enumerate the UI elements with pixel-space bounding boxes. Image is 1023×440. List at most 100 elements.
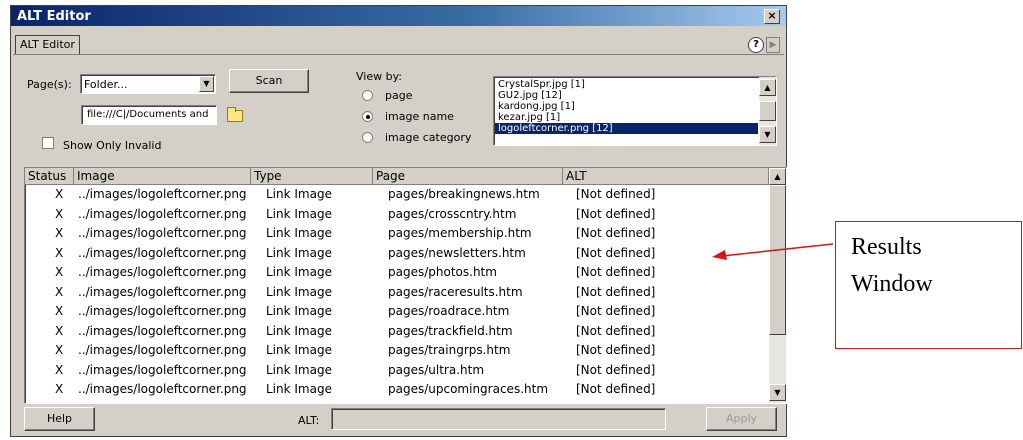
alt-text-field[interactable]: [331, 408, 666, 430]
row-image: ../images/logoleftcorner.png: [78, 362, 247, 377]
help-icon[interactable]: ?: [748, 37, 764, 53]
pages-select[interactable]: Folder... ▼: [80, 74, 216, 94]
show-only-invalid-label: Show Only Invalid: [63, 139, 162, 152]
row-image: ../images/logoleftcorner.png: [78, 187, 247, 201]
row-image: ../images/logoleftcorner.png: [78, 304, 247, 318]
row-image: ../images/logoleftcorner.png: [78, 226, 247, 240]
table-row[interactable]: X ../images/logoleftcorner.png Link Image p…: [25, 283, 769, 303]
row-alt: [Not defined]: [576, 187, 656, 201]
row-status: X: [55, 265, 64, 279]
folder-icon[interactable]: [227, 107, 243, 122]
results-rows: X ../images/logoleftcorner.png Link Image p…: [25, 185, 769, 400]
view-by-image-name-radio[interactable]: [362, 111, 373, 122]
pages-label: Page(s):: [27, 78, 72, 91]
row-page: pages/ultra.htm: [388, 362, 485, 377]
column-header-type[interactable]: Type: [251, 168, 373, 185]
table-row[interactable]: X ../images/logoleftcorner.png Link Image p…: [25, 341, 769, 361]
row-status: X: [55, 226, 64, 240]
tab-row: ALT Editor ? ▶: [13, 34, 784, 55]
row-page: pages/upcomingraces.htm: [388, 382, 549, 396]
view-by-page-label: page: [385, 89, 413, 102]
row-type: Link Image: [266, 304, 332, 318]
results-table: Status Image Type Page ALT X ../images/lo…: [24, 167, 787, 404]
row-status: X: [55, 245, 64, 260]
row-page: pages/trackfield.htm: [388, 323, 513, 338]
list-item-selected[interactable]: logoleftcorner.png [12]: [495, 123, 758, 134]
row-page: pages/raceresults.htm: [388, 284, 523, 299]
table-row[interactable]: X ../images/logoleftcorner.png Link Image p…: [25, 185, 769, 205]
table-row[interactable]: X ../images/logoleftcorner.png Link Image p…: [25, 302, 769, 322]
row-alt: [Not defined]: [576, 323, 656, 338]
row-status: X: [55, 323, 64, 338]
row-type: Link Image: [266, 284, 332, 299]
panel-menu-icon[interactable]: ▶: [766, 37, 780, 53]
scroll-thumb[interactable]: [759, 101, 776, 121]
table-row[interactable]: X ../images/logoleftcorner.png Link Image p…: [25, 361, 769, 381]
table-row[interactable]: X ../images/logoleftcorner.png Link Image p…: [25, 205, 769, 225]
row-image: ../images/logoleftcorner.png: [78, 323, 247, 338]
view-by-image-name-label: image name: [385, 110, 454, 123]
table-row[interactable]: X ../images/logoleftcorner.png Link Image p…: [25, 244, 769, 264]
row-type: Link Image: [266, 362, 332, 377]
column-header-status[interactable]: Status: [25, 168, 74, 185]
scroll-up-icon[interactable]: ▲: [769, 168, 786, 185]
column-header-alt[interactable]: ALT: [563, 168, 769, 185]
results-scrollbar[interactable]: ▲ ▼: [769, 168, 786, 403]
table-row[interactable]: X ../images/logoleftcorner.png Link Image p…: [25, 380, 769, 400]
view-by-page-radio[interactable]: [362, 90, 373, 101]
list-item[interactable]: kezar.jpg [1]: [495, 112, 758, 123]
folder-path-field[interactable]: file:///C|/Documents and: [81, 105, 217, 125]
callout-line-2: Window: [851, 271, 933, 297]
row-image: ../images/logoleftcorner.png: [78, 343, 247, 357]
show-only-invalid-checkbox[interactable]: [42, 137, 54, 149]
image-list[interactable]: CrystalSpr.jpg [1] GU2.jpg [12] kardong.…: [493, 76, 777, 146]
row-type: Link Image: [266, 245, 332, 260]
list-item[interactable]: CrystalSpr.jpg [1]: [495, 79, 758, 90]
scan-button[interactable]: Scan: [229, 69, 309, 93]
help-button[interactable]: Help: [24, 407, 95, 431]
scroll-down-icon[interactable]: ▼: [769, 384, 786, 401]
table-row[interactable]: X ../images/logoleftcorner.png Link Image p…: [25, 263, 769, 283]
row-image: ../images/logoleftcorner.png: [78, 382, 247, 396]
pages-select-value: Folder...: [84, 78, 128, 91]
chevron-down-icon[interactable]: ▼: [199, 76, 214, 92]
row-image: ../images/logoleftcorner.png: [78, 265, 247, 279]
row-page: pages/roadrace.htm: [388, 304, 510, 318]
alt-label: ALT:: [298, 414, 320, 427]
list-item[interactable]: GU2.jpg [12]: [495, 90, 758, 101]
row-status: X: [55, 382, 64, 396]
row-page: pages/membership.htm: [388, 226, 532, 240]
row-page: pages/breakingnews.htm: [388, 187, 540, 201]
row-page: pages/traingrps.htm: [388, 343, 511, 357]
table-row[interactable]: X ../images/logoleftcorner.png Link Image p…: [25, 224, 769, 244]
annotation-arrow: [712, 243, 834, 260]
close-icon[interactable]: ×: [764, 9, 780, 24]
row-type: Link Image: [266, 323, 332, 338]
row-type: Link Image: [266, 382, 332, 396]
alt-editor-window: ALT Editor × ALT Editor ? ▶ Page(s): Fol…: [10, 5, 787, 437]
column-header-page[interactable]: Page: [373, 168, 563, 185]
row-page: pages/photos.htm: [388, 265, 497, 279]
list-item[interactable]: kardong.jpg [1]: [495, 101, 758, 112]
column-header-image[interactable]: Image: [74, 168, 251, 185]
scroll-down-icon[interactable]: ▼: [759, 126, 776, 143]
table-row[interactable]: X ../images/logoleftcorner.png Link Image p…: [25, 322, 769, 342]
view-by-image-category-radio[interactable]: [362, 132, 373, 143]
folder-path-value: file:///C|/Documents and: [87, 109, 209, 120]
row-image: ../images/logoleftcorner.png: [78, 245, 247, 260]
row-type: Link Image: [266, 226, 332, 240]
view-by-label: View by:: [356, 70, 402, 83]
row-alt: [Not defined]: [576, 226, 656, 240]
row-alt: [Not defined]: [576, 284, 656, 299]
row-alt: [Not defined]: [576, 362, 656, 377]
title-bar[interactable]: ALT Editor ×: [11, 6, 786, 26]
apply-button[interactable]: Apply: [706, 407, 777, 431]
row-type: Link Image: [266, 265, 332, 279]
image-list-scrollbar[interactable]: ▲ ▼: [759, 77, 776, 145]
row-alt: [Not defined]: [576, 245, 656, 260]
window-title: ALT Editor: [17, 9, 91, 24]
row-page: pages/crosscntry.htm: [388, 206, 517, 221]
tab-alt-editor[interactable]: ALT Editor: [15, 35, 80, 54]
scroll-up-icon[interactable]: ▲: [759, 79, 776, 96]
row-image: ../images/logoleftcorner.png: [78, 284, 247, 299]
